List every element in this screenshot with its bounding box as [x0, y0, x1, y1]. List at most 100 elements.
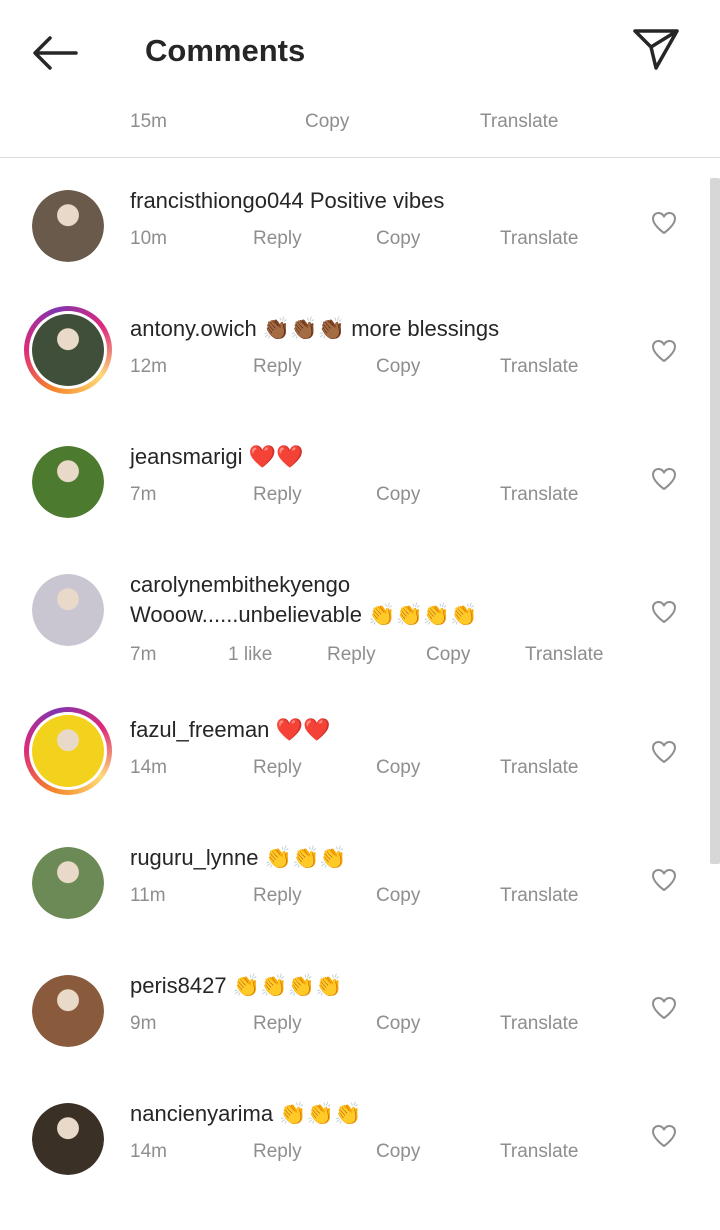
header: Comments — [0, 0, 720, 100]
comment-list[interactable]: francisthiongo044 Positive vibes 10m Reply… — [0, 158, 720, 1230]
like-button[interactable] — [648, 736, 680, 768]
comment-time: 11m — [130, 885, 166, 906]
copy-button[interactable]: Copy — [305, 104, 349, 140]
reply-button[interactable]: Reply — [253, 225, 302, 253]
comment-body: ❤️❤️ — [275, 717, 331, 742]
like-button[interactable] — [648, 596, 680, 628]
like-button[interactable] — [648, 335, 680, 367]
comment-username[interactable]: carolynembithekyengo — [130, 572, 350, 597]
translate-button[interactable]: Translate — [500, 882, 579, 910]
comment-username[interactable]: fazul_freeman — [130, 717, 269, 742]
heart-icon — [652, 601, 676, 623]
comment-body: Wooow......unbelievable 👏👏👏👏 — [130, 602, 478, 627]
avatar[interactable] — [32, 574, 104, 646]
copy-button[interactable]: Copy — [376, 481, 420, 509]
back-button[interactable] — [24, 26, 84, 80]
translate-button[interactable]: Translate — [500, 1010, 579, 1038]
comment-actions: 7m 1 like Reply Copy Translate — [0, 641, 640, 669]
copy-button[interactable]: Copy — [376, 754, 420, 782]
comment-time: 14m — [130, 1141, 167, 1162]
comment-actions: 12m Reply Copy Translate — [0, 353, 640, 381]
like-button[interactable] — [648, 1120, 680, 1152]
comment-actions: 14m Reply Copy Translate — [0, 754, 640, 782]
comment-time: 15m — [130, 111, 167, 132]
reply-button[interactable]: Reply — [253, 882, 302, 910]
heart-icon — [652, 869, 676, 891]
comment-item: carolynembithekyengo Wooow......unbelieva… — [0, 564, 720, 684]
likes-count[interactable]: 1 like — [228, 641, 272, 669]
translate-button[interactable]: Translate — [500, 225, 579, 253]
copy-button[interactable]: Copy — [376, 225, 420, 253]
comment-item: nancienyarima 👏👏👏 14m Reply Copy Translate — [0, 1093, 720, 1213]
copy-button[interactable]: Copy — [376, 1010, 420, 1038]
heart-icon — [652, 212, 676, 234]
like-button[interactable] — [648, 207, 680, 239]
share-button[interactable] — [626, 22, 686, 76]
comment-text-line: nancienyarima 👏👏👏 — [130, 1099, 361, 1129]
copy-button[interactable]: Copy — [376, 1138, 420, 1166]
reply-button[interactable]: Reply — [327, 641, 376, 669]
heart-icon — [652, 997, 676, 1019]
reply-button[interactable]: Reply — [253, 1138, 302, 1166]
comment-username[interactable]: jeansmarigi — [130, 444, 243, 469]
heart-icon — [652, 1125, 676, 1147]
comment-body: 👏👏👏 — [264, 845, 347, 870]
comment-item: ruguru_lynne 👏👏👏 11m Reply Copy Translate — [0, 837, 720, 957]
comment-username[interactable]: ruguru_lynne — [130, 845, 258, 870]
avatar-image — [32, 574, 104, 646]
comment-item: antony.owich 👏🏾👏🏾👏🏾 more blessings 12m Rep… — [0, 306, 720, 428]
comment-actions: 7m Reply Copy Translate — [0, 481, 640, 509]
comment-body: 👏👏👏👏 — [232, 973, 343, 998]
comment-text-line: jeansmarigi ❤️❤️ — [130, 442, 303, 472]
comment-body: ❤️❤️ — [248, 444, 304, 469]
comment-username[interactable]: francisthiongo044 — [130, 188, 304, 213]
comment-actions: 14m Reply Copy Translate — [0, 1138, 640, 1166]
comment-username[interactable]: antony.owich — [130, 316, 257, 341]
copy-button[interactable]: Copy — [426, 641, 470, 669]
like-button[interactable] — [648, 864, 680, 896]
translate-button[interactable]: Translate — [500, 754, 579, 782]
comment-time: 7m — [130, 644, 157, 665]
heart-icon — [652, 468, 676, 490]
translate-button[interactable]: Translate — [480, 104, 559, 140]
heart-icon — [652, 340, 676, 362]
comment-text-line: antony.owich 👏🏾👏🏾👏🏾 more blessings — [130, 314, 499, 344]
translate-button[interactable]: Translate — [500, 481, 579, 509]
comment-item: peris8427 👏👏👏👏 9m Reply Copy Translate — [0, 965, 720, 1085]
previous-comment-actions: 15m Copy Translate — [0, 104, 720, 140]
comment-username[interactable]: peris8427 — [130, 973, 227, 998]
comment-time: 7m — [130, 484, 157, 505]
comment-item: jeansmarigi ❤️❤️ 7m Reply Copy Translate — [0, 436, 720, 556]
reply-button[interactable]: Reply — [253, 353, 302, 381]
heart-icon — [652, 741, 676, 763]
comment-text-line: ruguru_lynne 👏👏👏 — [130, 843, 347, 873]
scrollbar[interactable] — [710, 178, 720, 864]
comment-text-line: fazul_freeman ❤️❤️ — [130, 715, 330, 745]
like-button[interactable] — [648, 463, 680, 495]
comment-text-line: carolynembithekyengo Wooow......unbelieva… — [130, 570, 478, 630]
comment-body: Positive vibes — [309, 188, 445, 213]
comment-body: 👏👏👏 — [279, 1101, 362, 1126]
comment-time: 10m — [130, 228, 167, 249]
like-button[interactable] — [648, 992, 680, 1024]
copy-button[interactable]: Copy — [376, 353, 420, 381]
translate-button[interactable]: Translate — [500, 1138, 579, 1166]
comment-text-line: peris8427 👏👏👏👏 — [130, 971, 342, 1001]
reply-button[interactable]: Reply — [253, 754, 302, 782]
comment-time: 12m — [130, 356, 167, 377]
comment-time: 14m — [130, 757, 167, 778]
comment-username[interactable]: nancienyarima — [130, 1101, 273, 1126]
arrow-left-icon — [33, 36, 78, 70]
comment-actions: 10m Reply Copy Translate — [0, 225, 640, 253]
paper-plane-icon — [633, 29, 679, 70]
comment-item: fazul_freeman ❤️❤️ 14m Reply Copy Translate — [0, 707, 720, 829]
comment-actions: 9m Reply Copy Translate — [0, 1010, 640, 1038]
comment-body: 👏🏾👏🏾👏🏾 more blessings — [262, 316, 500, 341]
comment-actions: 11m Reply Copy Translate — [0, 882, 640, 910]
comment-item: francisthiongo044 Positive vibes 10m Reply… — [0, 180, 720, 300]
copy-button[interactable]: Copy — [376, 882, 420, 910]
reply-button[interactable]: Reply — [253, 1010, 302, 1038]
translate-button[interactable]: Translate — [500, 353, 579, 381]
translate-button[interactable]: Translate — [525, 641, 604, 669]
reply-button[interactable]: Reply — [253, 481, 302, 509]
